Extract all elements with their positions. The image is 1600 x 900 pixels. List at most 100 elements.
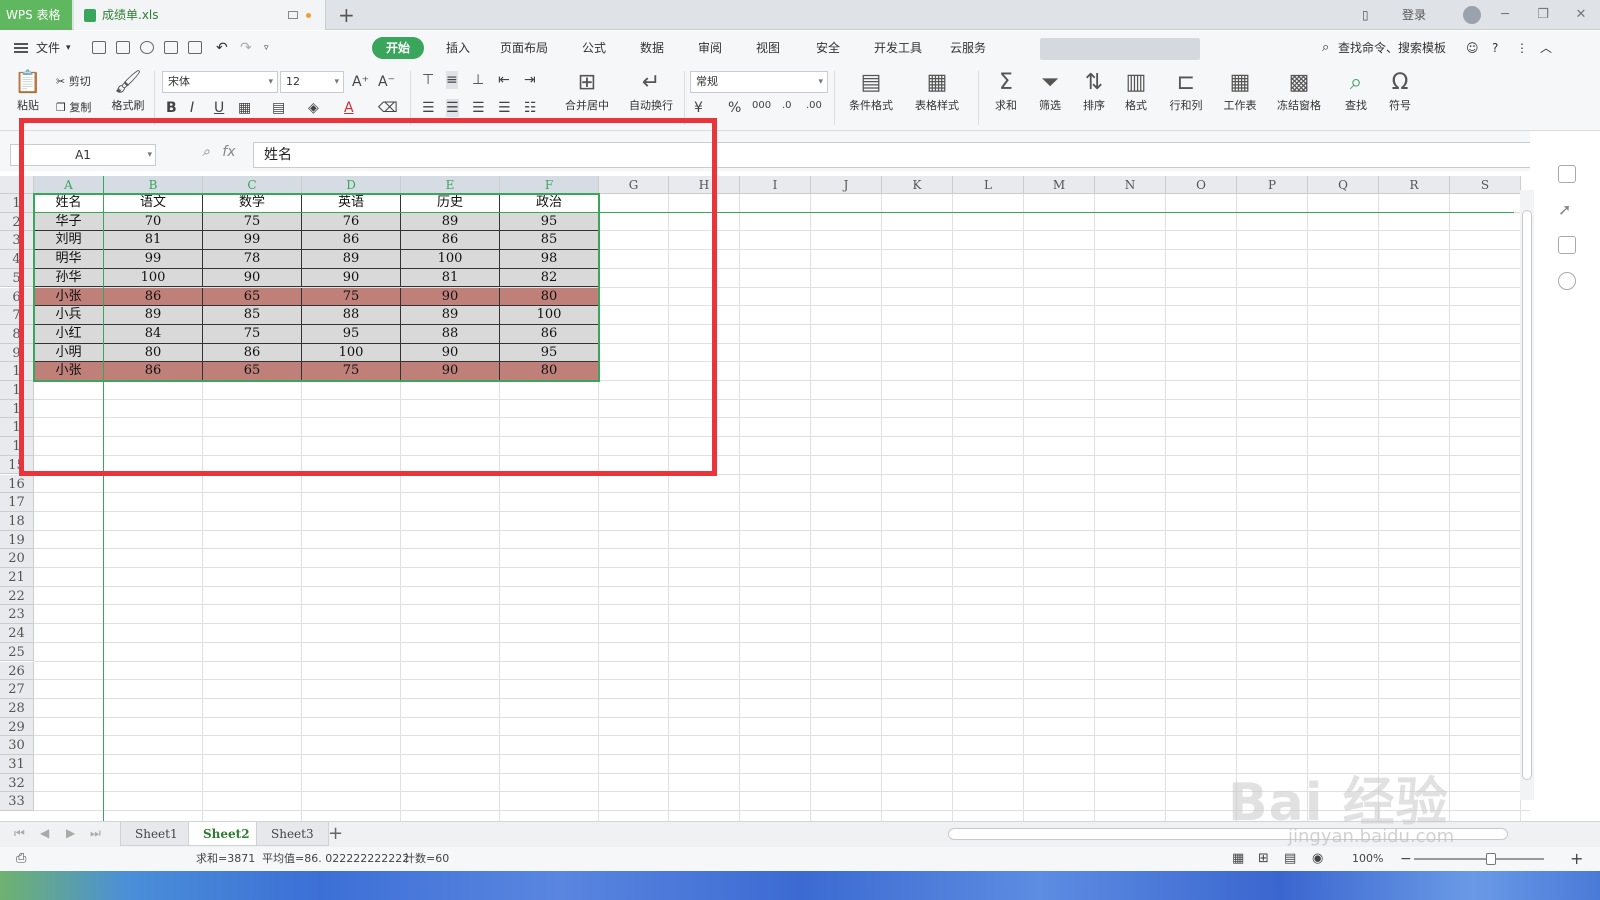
formula-input[interactable]: 姓名 (253, 142, 1563, 168)
zoom-out-icon[interactable]: − (1400, 847, 1412, 871)
row-header[interactable]: 1 (0, 437, 34, 456)
column-header[interactable]: A (34, 176, 104, 194)
table-score-cell[interactable]: 86 (500, 324, 599, 344)
macro-icon[interactable]: ⎙ (16, 847, 26, 871)
name-box[interactable]: A1 (10, 144, 156, 166)
hamburger-menu-icon[interactable] (14, 43, 28, 53)
table-name-cell[interactable]: 小张 (34, 287, 104, 307)
bold-icon[interactable]: B (166, 99, 177, 117)
row-header[interactable]: 7 (0, 306, 34, 325)
table-score-cell[interactable]: 99 (203, 231, 302, 251)
table-score-cell[interactable]: 65 (203, 287, 302, 307)
sidebar-doc-icon[interactable] (1558, 165, 1576, 183)
tab-developer[interactable]: 开发工具 (874, 37, 922, 59)
table-score-cell[interactable]: 89 (401, 212, 500, 232)
row-header[interactable]: 25 (0, 642, 34, 662)
row-header[interactable]: 33 (0, 792, 34, 812)
row-header[interactable]: 30 (0, 736, 34, 755)
table-header-cell[interactable]: 政治 (500, 194, 599, 213)
row-header[interactable]: 21 (0, 568, 34, 587)
table-score-cell[interactable]: 78 (203, 250, 302, 269)
table-header-cell[interactable]: 历史 (401, 194, 500, 213)
page-break-view-icon[interactable]: ⊞ (1258, 847, 1269, 871)
table-score-cell[interactable]: 86 (104, 287, 203, 307)
percent-icon[interactable]: % (728, 99, 741, 117)
row-header[interactable]: 19 (0, 530, 34, 550)
column-header[interactable]: C (203, 176, 302, 194)
table-name-cell[interactable]: 小张 (34, 362, 104, 381)
align-left-icon[interactable]: ☰ (422, 99, 435, 117)
currency-icon[interactable]: ¥ (694, 99, 703, 117)
eye-protection-icon[interactable]: ◉ (1312, 847, 1323, 871)
row-header[interactable]: 1 (0, 399, 34, 419)
column-header[interactable]: K (882, 176, 953, 194)
normal-view-icon[interactable]: ▦ (1232, 847, 1244, 871)
worksheet-button[interactable]: ▦ 工作表 (1214, 69, 1266, 113)
table-score-cell[interactable]: 85 (203, 306, 302, 325)
column-header[interactable]: R (1379, 176, 1450, 194)
row-header[interactable]: 28 (0, 698, 34, 718)
select-all-corner[interactable] (0, 176, 34, 194)
row-header[interactable]: 24 (0, 624, 34, 643)
tab-insert[interactable]: 插入 (446, 37, 470, 59)
prev-sheet-icon[interactable]: ◀ (40, 826, 49, 840)
underline-icon[interactable]: U (214, 99, 224, 117)
distributed-align-icon[interactable]: ☷ (524, 99, 537, 117)
table-score-cell[interactable]: 86 (104, 362, 203, 381)
file-menu[interactable]: 文件 (36, 37, 60, 59)
italic-icon[interactable]: I (190, 99, 194, 117)
table-score-cell[interactable]: 80 (104, 343, 203, 363)
row-header[interactable]: 2 (0, 212, 34, 232)
table-score-cell[interactable]: 88 (401, 324, 500, 344)
row-header[interactable]: 3 (0, 231, 34, 251)
column-header[interactable]: H (669, 176, 740, 194)
tab-review[interactable]: 审阅 (698, 37, 722, 59)
format-painter-button[interactable]: 🖌 格式刷 (106, 69, 150, 113)
column-header[interactable]: B (104, 176, 203, 194)
feedback-icon[interactable]: ☺ (1466, 37, 1479, 59)
search-icon[interactable]: ⌕ (1322, 37, 1329, 59)
table-name-cell[interactable]: 小明 (34, 343, 104, 363)
first-sheet-icon[interactable]: ⏮ (14, 826, 25, 841)
login-link[interactable]: 登录 (1402, 0, 1426, 30)
font-size-select[interactable]: 12 (280, 71, 344, 93)
format-button[interactable]: ▥ 格式 (1116, 69, 1156, 113)
cursor-icon[interactable]: ➚ (1558, 200, 1576, 219)
minimize-icon[interactable]: ─ (1490, 0, 1520, 30)
cell-style-icon[interactable]: ▤ (272, 99, 285, 117)
row-header[interactable]: 20 (0, 549, 34, 568)
more-options-icon[interactable]: ⋮ (1516, 37, 1528, 59)
decrease-font-icon[interactable]: A⁻ (378, 73, 395, 91)
redo-icon[interactable]: ↷ (240, 37, 252, 59)
row-header[interactable]: 22 (0, 586, 34, 606)
row-header[interactable]: 18 (0, 511, 34, 531)
column-header[interactable]: Q (1308, 176, 1379, 194)
zoom-formula-icon[interactable]: ⌕ (202, 144, 210, 160)
save-icon[interactable] (116, 41, 130, 54)
row-header[interactable]: 32 (0, 773, 34, 793)
table-score-cell[interactable]: 86 (401, 231, 500, 251)
table-score-cell[interactable]: 95 (500, 343, 599, 363)
tab-data[interactable]: 数据 (640, 37, 664, 59)
table-score-cell[interactable]: 85 (500, 231, 599, 251)
table-name-cell[interactable]: 孙华 (34, 268, 104, 288)
decrease-decimal-icon[interactable]: .00 (806, 97, 822, 115)
row-header[interactable]: 6 (0, 287, 34, 307)
table-score-cell[interactable]: 80 (500, 287, 599, 307)
find-doc-icon[interactable] (140, 41, 154, 54)
merge-center-button[interactable]: ⊞ 合并居中 (556, 69, 618, 113)
table-score-cell[interactable]: 90 (401, 362, 500, 381)
thousands-separator-icon[interactable]: 000 (752, 97, 771, 115)
table-score-cell[interactable]: 81 (401, 268, 500, 288)
table-name-cell[interactable]: 小兵 (34, 306, 104, 325)
table-score-cell[interactable]: 76 (302, 212, 401, 232)
spreadsheet-grid[interactable]: A B C D E F G H I J K L M N O P Q R S 1 2 3 4 5 6 7 8 9 1 1 1 1 1 15 16 17 1… (0, 176, 1550, 821)
row-header[interactable]: 9 (0, 343, 34, 363)
column-header[interactable]: I (740, 176, 811, 194)
history-icon[interactable] (1558, 272, 1576, 290)
table-score-cell[interactable]: 86 (203, 343, 302, 363)
column-header[interactable]: D (302, 176, 401, 194)
table-header-cell[interactable]: 数学 (203, 194, 302, 213)
app-tab[interactable]: WPS 表格 (0, 0, 72, 30)
row-header[interactable]: 23 (0, 605, 34, 625)
